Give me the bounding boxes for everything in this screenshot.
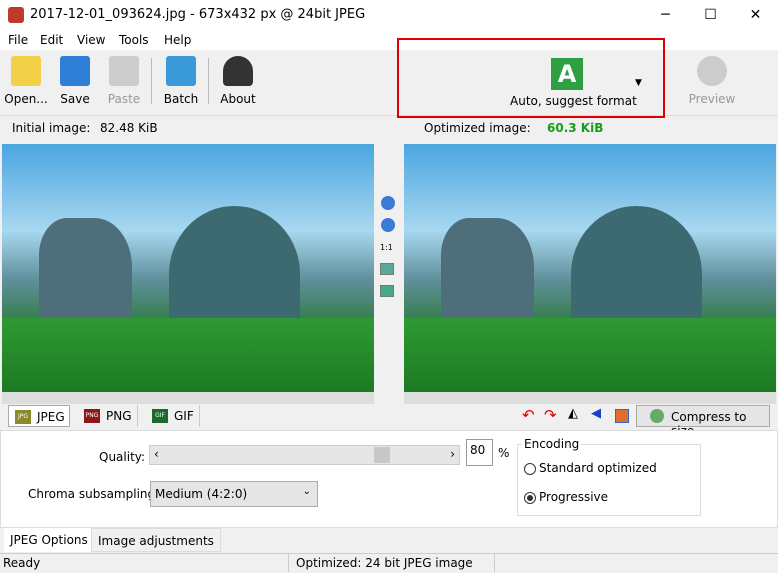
zoom-out-icon[interactable] — [381, 218, 395, 232]
tab-png[interactable]: PNG PNG — [78, 405, 138, 427]
preview-label: Preview — [688, 92, 736, 106]
rotate-right-icon[interactable]: ↷ — [544, 406, 557, 424]
fit-image-icon[interactable] — [380, 263, 394, 275]
right-scrollbar[interactable] — [404, 392, 776, 404]
chroma-label: Chroma subsampling: — [28, 487, 160, 501]
radio-progressive[interactable]: Progressive — [524, 490, 608, 504]
menu-help[interactable]: Help — [164, 33, 191, 47]
status-ready: Ready — [3, 556, 41, 570]
chevron-down-icon: ⌄ — [302, 486, 311, 497]
png-icon: PNG — [84, 409, 100, 423]
tab-label: JPEG — [37, 410, 65, 424]
paste-button[interactable]: Paste — [106, 54, 142, 110]
folder-icon — [11, 56, 41, 86]
window-title: 2017-12-01_093624.jpg - 673x432 px @ 24b… — [30, 7, 366, 22]
save-label: Save — [60, 92, 90, 106]
open-button[interactable]: Open... — [4, 54, 48, 110]
flip-vertical-icon[interactable]: ◀ — [591, 406, 601, 421]
save-button[interactable]: Save — [58, 54, 92, 110]
quality-input[interactable]: 80 — [466, 439, 493, 466]
close-button[interactable]: ✕ — [733, 0, 778, 30]
status-divider — [288, 554, 289, 572]
radio-label: Standard optimized — [539, 461, 657, 475]
about-label: About — [220, 92, 256, 106]
batch-button[interactable]: Batch — [162, 54, 200, 110]
toolbar-separator — [208, 58, 209, 104]
toolbar-separator — [151, 58, 152, 104]
quality-label: Quality: — [99, 450, 146, 464]
jpg-icon: JPG — [15, 410, 31, 424]
tab-gif[interactable]: GIF GIF — [146, 405, 200, 427]
status-divider — [494, 554, 495, 572]
dropdown-arrow-icon[interactable]: ▼ — [635, 78, 642, 88]
auto-format-icon[interactable]: A — [551, 58, 583, 90]
status-format: Optimized: 24 bit JPEG image — [296, 556, 473, 570]
original-image-preview[interactable] — [2, 144, 374, 392]
crop-icon[interactable] — [615, 409, 629, 423]
open-label: Open... — [4, 92, 48, 106]
initial-image-size: 82.48 KiB — [100, 121, 158, 135]
chroma-subsampling-select[interactable]: Medium (4:2:0) ⌄ — [150, 481, 318, 507]
chroma-value: Medium (4:2:0) — [155, 487, 248, 501]
zoom-in-icon[interactable] — [381, 196, 395, 210]
encoding-title: Encoding — [522, 437, 582, 451]
flip-horizontal-icon[interactable]: ◭ — [568, 406, 578, 421]
tab-jpeg-options[interactable]: JPEG Options — [4, 528, 94, 552]
compare-icon[interactable] — [380, 285, 394, 297]
auto-format-button[interactable]: Auto, suggest format — [510, 94, 637, 108]
paste-icon — [109, 56, 139, 86]
app-icon — [8, 7, 24, 23]
batch-label: Batch — [163, 92, 199, 106]
floppy-icon — [60, 56, 90, 86]
tab-label: GIF — [174, 409, 194, 423]
paste-label: Paste — [107, 92, 141, 106]
radio-label: Progressive — [539, 490, 609, 504]
tab-image-adjustments[interactable]: Image adjustments — [91, 528, 221, 552]
quality-unit: % — [498, 446, 510, 460]
menu-tools[interactable]: Tools — [119, 33, 149, 47]
initial-image-label: Initial image: — [12, 121, 91, 135]
quality-slider[interactable]: ‹ › — [149, 445, 460, 465]
batch-icon — [166, 56, 196, 86]
tab-jpeg[interactable]: JPG JPEG — [8, 405, 70, 427]
preview-button[interactable]: Preview — [688, 54, 736, 110]
gear-icon — [650, 409, 664, 423]
optimized-image-label: Optimized image: — [424, 121, 531, 135]
minimize-button[interactable]: ─ — [643, 0, 688, 30]
menu-edit[interactable]: Edit — [40, 33, 63, 47]
left-scrollbar[interactable] — [2, 392, 374, 404]
encoding-group — [517, 444, 701, 516]
radio-standard-optimized[interactable]: Standard optimized — [524, 461, 657, 475]
person-icon — [223, 56, 253, 86]
tab-label: PNG — [106, 409, 132, 423]
gif-icon: GIF — [152, 409, 168, 423]
quality-slider-thumb[interactable] — [374, 447, 390, 463]
menu-view[interactable]: View — [77, 33, 105, 47]
rotate-left-icon[interactable]: ↶ — [522, 406, 535, 424]
about-button[interactable]: About — [218, 54, 258, 110]
optimized-image-size: 60.3 KiB — [547, 121, 604, 135]
zoom-1to1-button[interactable]: 1:1 — [380, 243, 393, 252]
menu-file[interactable]: File — [8, 33, 28, 47]
magnifier-icon — [697, 56, 727, 86]
optimized-image-preview[interactable] — [404, 144, 776, 392]
maximize-button[interactable]: ☐ — [688, 0, 733, 30]
